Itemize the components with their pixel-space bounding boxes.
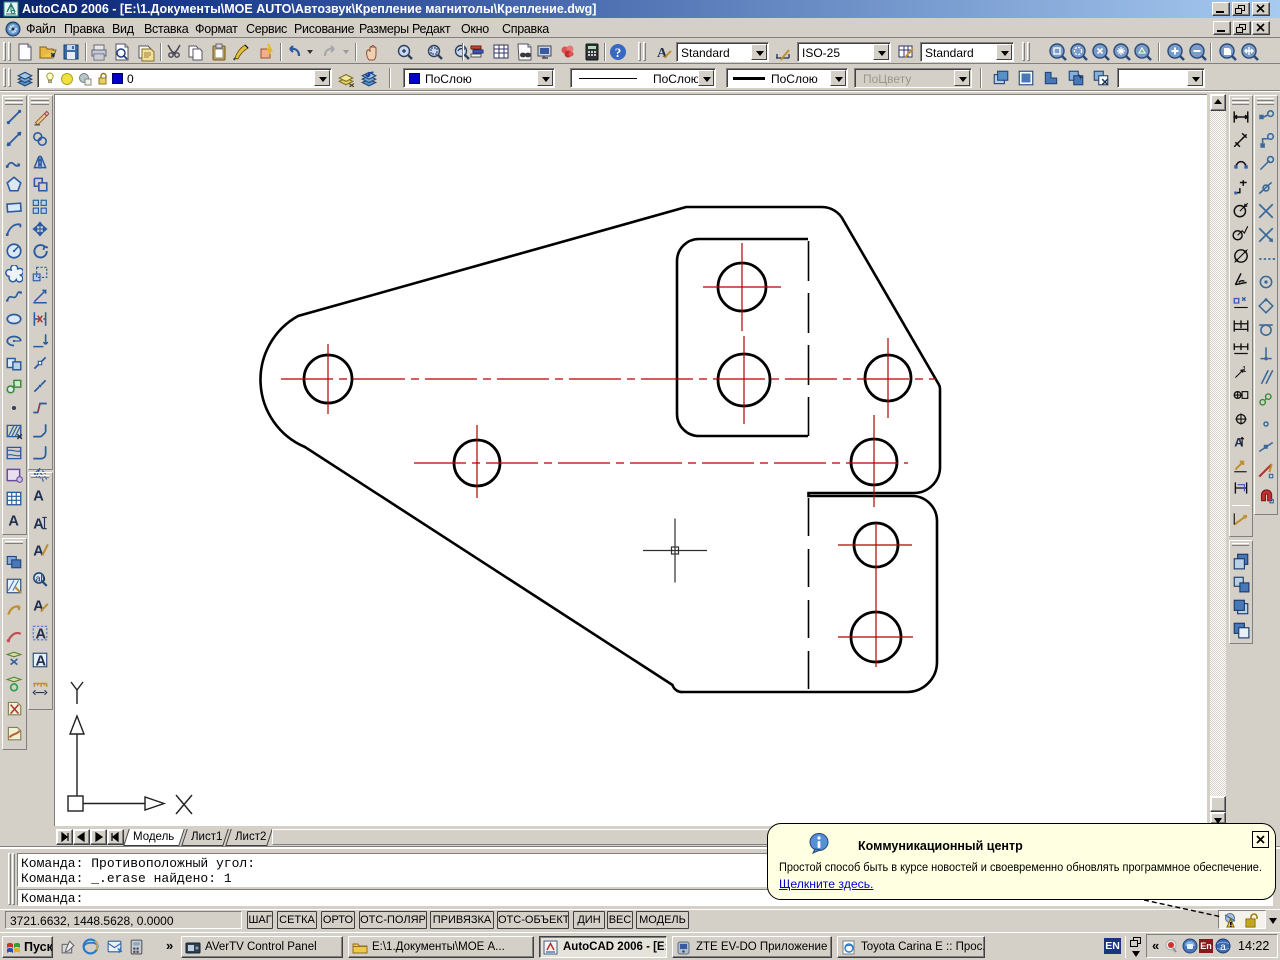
svg-text:A: A bbox=[657, 46, 668, 61]
svg-text:A: A bbox=[33, 489, 44, 504]
svg-text:A: A bbox=[33, 544, 44, 559]
svg-text:A: A bbox=[8, 514, 19, 529]
svg-text:A: A bbox=[33, 516, 44, 531]
svg-text:a: a bbox=[1220, 942, 1226, 953]
svg-text:A: A bbox=[36, 626, 47, 641]
svg-text:A: A bbox=[36, 654, 47, 669]
svg-text:1: 1 bbox=[1242, 365, 1246, 374]
svg-text:A: A bbox=[33, 599, 44, 614]
svg-text:?: ? bbox=[615, 45, 622, 60]
